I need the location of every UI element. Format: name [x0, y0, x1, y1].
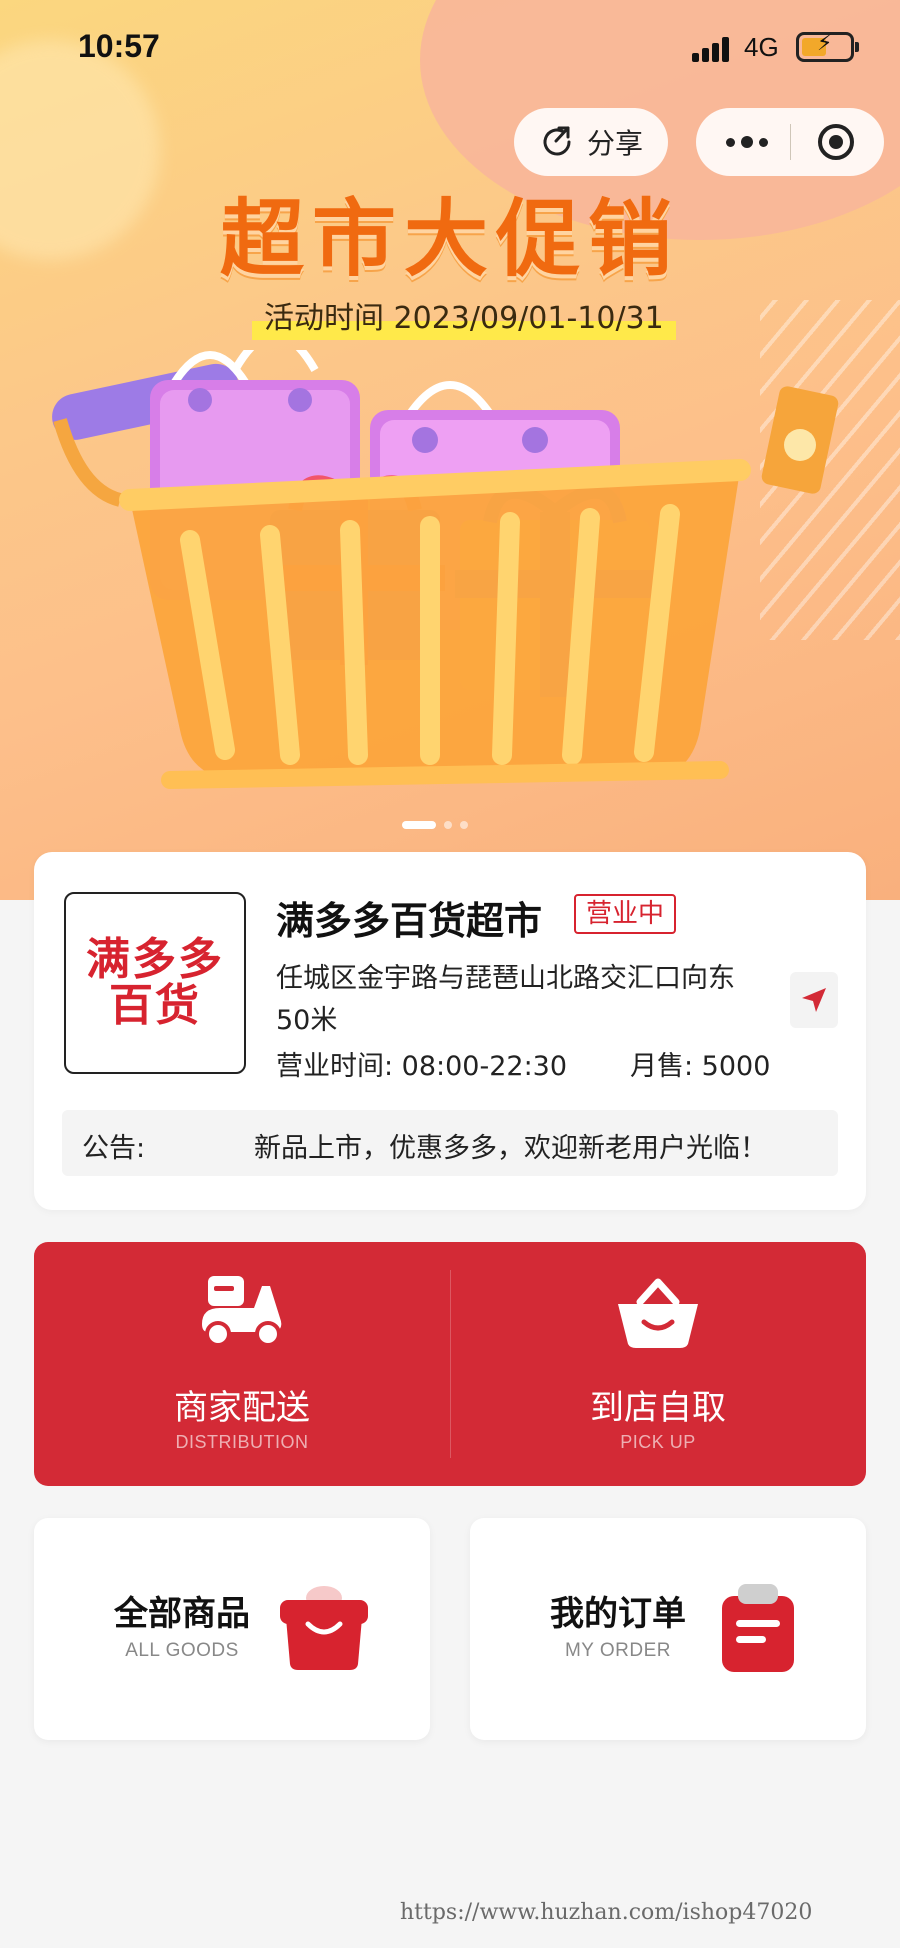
- delivery-option-subtitle: DISTRIBUTION: [175, 1432, 309, 1452]
- banner-pager: [402, 820, 468, 830]
- share-label: 分享: [586, 127, 643, 160]
- shopping-cart-illustration: [52, 350, 839, 789]
- store-logo-line1: 满多多: [86, 933, 224, 985]
- store-logo-line2: 百货: [109, 980, 201, 1031]
- network-label: 4G: [744, 32, 779, 62]
- pager-dot: [444, 821, 452, 829]
- navigation-arrow-icon: [802, 988, 826, 1012]
- pickup-option-subtitle: PICK UP: [620, 1432, 696, 1452]
- shopping-bag-icon: [280, 1586, 368, 1670]
- pickup-option-title: 到店自取: [590, 1388, 726, 1428]
- capsule-divider: [790, 124, 791, 160]
- status-badge: 营业中: [574, 894, 677, 934]
- monthly-sales: 月售: 5000: [630, 1051, 771, 1082]
- promo-title: 超市大促销: [219, 190, 680, 288]
- battery-icon: ⚡: [796, 32, 859, 62]
- delivery-option[interactable]: 商家配送 DISTRIBUTION: [34, 1242, 450, 1486]
- notice-text: 新品上市，优惠多多，欢迎新老用户光临！: [254, 1133, 767, 1164]
- clipboard-icon: [722, 1584, 794, 1672]
- close-miniprogram-icon[interactable]: [818, 124, 854, 160]
- signal-icon: [692, 36, 732, 62]
- delivery-option-title: 商家配送: [174, 1388, 310, 1428]
- watermark-text: https://www.huzhan.com/ishop47020: [400, 1900, 813, 1925]
- basket-icon: [618, 1278, 698, 1348]
- pickup-option[interactable]: 到店自取 PICK UP: [450, 1242, 866, 1486]
- pager-dot: [402, 821, 436, 829]
- scooter-icon: [202, 1276, 282, 1347]
- more-icon[interactable]: [722, 128, 772, 156]
- navigate-button[interactable]: [790, 972, 838, 1028]
- status-bar: 10:57 4G ⚡: [0, 0, 900, 100]
- all-goods-tile[interactable]: 全部商品 ALL GOODS: [34, 1518, 430, 1740]
- share-icon: [543, 126, 571, 156]
- store-logo: 满多多 百货: [64, 892, 246, 1074]
- my-orders-tile[interactable]: 我的订单 MY ORDER: [470, 1518, 866, 1740]
- store-address: 任城区金宇路与琵琶山北路交汇口向东50米: [276, 963, 735, 1036]
- promo-banner[interactable]: 10:57 4G ⚡ 分享 超市大促销 活动时间 2023/09/01-10/3…: [0, 0, 900, 900]
- notice-label: 公告:: [82, 1133, 146, 1164]
- order-mode-panel: 商家配送 DISTRIBUTION 到店自取 PICK UP: [34, 1242, 866, 1486]
- pager-dot: [460, 821, 468, 829]
- status-time: 10:57: [78, 28, 160, 64]
- promo-date: 活动时间 2023/09/01-10/31: [252, 298, 676, 340]
- notice-bar: 公告: 新品上市，优惠多多，欢迎新老用户光临！: [62, 1110, 838, 1176]
- store-info-card: 满多多 百货 满多多百货超市 营业中 任城区金宇路与琵琶山北路交汇口向东50米 …: [34, 852, 866, 1210]
- business-hours: 营业时间: 08:00-22:30: [276, 1051, 568, 1082]
- share-button[interactable]: 分享: [514, 108, 668, 176]
- store-name: 满多多百货超市: [276, 899, 543, 943]
- miniprogram-capsule: [696, 108, 884, 176]
